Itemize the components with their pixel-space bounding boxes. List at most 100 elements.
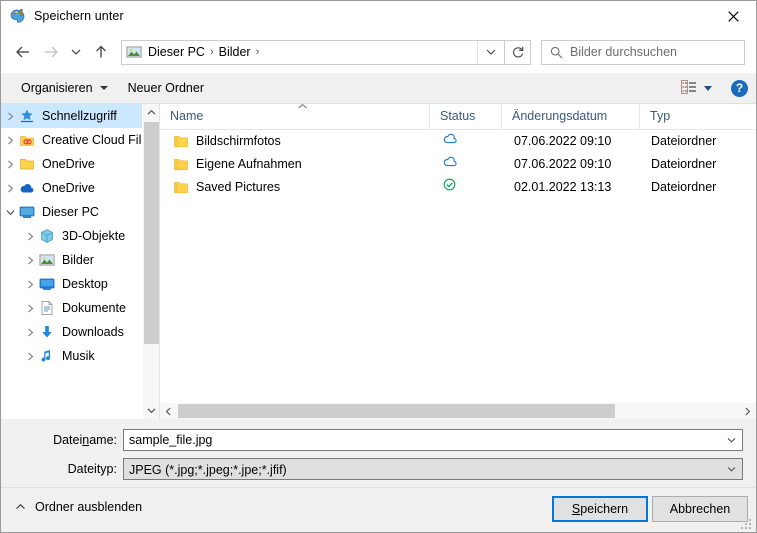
file-status-cell <box>430 130 502 153</box>
column-header-name[interactable]: Name <box>160 104 430 129</box>
sidebar-item-creative-cloud-files[interactable]: Creative Cloud Files <box>1 128 159 152</box>
sidebar-label: Bilder <box>62 253 94 267</box>
folder-icon <box>174 135 188 148</box>
expand-chevron-icon[interactable] <box>21 344 39 368</box>
help-label: ? <box>735 81 744 95</box>
recent-locations-button[interactable] <box>65 38 87 66</box>
search-box[interactable] <box>541 39 745 65</box>
filetype-combo[interactable]: JPEG (*.jpg;*.jpeg;*.jpe;*.jfif) <box>123 458 743 480</box>
scrollbar-thumb[interactable] <box>178 404 615 418</box>
address-bar[interactable]: Dieser PC › Bilder › <box>121 39 505 65</box>
sidebar-item-onedrive-cloud[interactable]: OneDrive <box>1 176 159 200</box>
save-button[interactable]: Speichern <box>552 496 648 522</box>
command-bar-right: ? <box>677 73 748 103</box>
sidebar-item-3d-objekte[interactable]: 3D-Objekte <box>1 224 159 248</box>
breadcrumb-item-0[interactable]: Dieser PC <box>145 41 208 64</box>
scrollbar-thumb[interactable] <box>144 122 159 344</box>
navigation-bar: Dieser PC › Bilder › <box>1 31 756 73</box>
breadcrumb-item-1[interactable]: Bilder <box>216 41 254 64</box>
organize-label: Organisieren <box>21 80 93 95</box>
sidebar-item-musik[interactable]: Musik <box>1 344 159 368</box>
address-dropdown-button[interactable] <box>477 40 504 64</box>
table-row[interactable]: Bildschirmfotos 07.06.2022 09:10 Dateior… <box>160 130 756 153</box>
chevron-down-icon[interactable] <box>720 459 742 479</box>
close-button[interactable] <box>710 1 756 31</box>
sidebar-item-downloads[interactable]: Downloads <box>1 320 159 344</box>
chevron-left-icon <box>165 407 171 415</box>
column-headers: Name Status Änderungsdatum Typ <box>160 104 756 130</box>
file-date-cell: 02.01.2022 13:13 <box>514 180 612 194</box>
column-header-status-label: Status <box>440 109 476 123</box>
sort-ascending-icon <box>295 104 309 111</box>
refresh-button[interactable] <box>505 39 531 65</box>
column-header-status[interactable]: Status <box>430 104 502 129</box>
expand-chevron-icon[interactable] <box>21 224 39 248</box>
filename-combo[interactable] <box>123 429 743 451</box>
sidebar-label: Dokumente <box>62 301 126 315</box>
expand-chevron-icon[interactable] <box>21 320 39 344</box>
breadcrumb-separator-icon: › <box>209 45 214 58</box>
new-folder-button[interactable]: Neuer Ordner <box>118 74 214 103</box>
help-button[interactable]: ? <box>731 79 748 97</box>
scroll-right-button[interactable] <box>739 403 756 419</box>
list-horizontal-scrollbar[interactable] <box>160 402 756 419</box>
chevron-down-icon <box>99 86 108 90</box>
organize-button[interactable]: Organisieren <box>11 74 118 103</box>
command-bar: Organisieren Neuer Ordner ? <box>1 73 756 104</box>
sidebar-item-dokumente[interactable]: Dokumente <box>1 296 159 320</box>
scroll-left-button[interactable] <box>160 403 177 419</box>
expand-chevron-icon[interactable] <box>1 176 19 200</box>
cancel-label: Abbrechen <box>669 502 731 516</box>
new-folder-label: Neuer Ordner <box>127 80 205 95</box>
up-button[interactable] <box>87 38 115 66</box>
column-header-type[interactable]: Typ <box>640 104 755 129</box>
cancel-button[interactable]: Abbrechen <box>652 496 748 522</box>
file-date-cell: 07.06.2022 09:10 <box>514 134 612 148</box>
paint-palette-icon <box>10 8 26 24</box>
scroll-up-button[interactable] <box>143 104 159 121</box>
sidebar-item-onedrive-folder[interactable]: OneDrive <box>1 152 159 176</box>
this-pc-icon <box>19 204 35 220</box>
collapse-chevron-icon[interactable] <box>1 200 19 224</box>
hide-folders-button[interactable]: Ordner ausblenden <box>15 500 142 514</box>
search-input[interactable] <box>570 45 730 59</box>
resize-grip[interactable] <box>741 519 753 531</box>
sidebar-label: Creative Cloud Files <box>42 133 155 147</box>
scroll-down-button[interactable] <box>143 402 159 419</box>
expand-chevron-icon[interactable] <box>21 296 39 320</box>
column-header-date[interactable]: Änderungsdatum <box>502 104 640 129</box>
table-row[interactable]: Saved Pictures 02.01.2022 13:13 Dateiord… <box>160 176 756 199</box>
sidebar-label: 3D-Objekte <box>62 229 126 243</box>
view-options-button[interactable] <box>677 76 720 100</box>
music-icon <box>39 348 55 364</box>
sidebar-item-dieser-pc[interactable]: Dieser PC <box>1 200 159 224</box>
arrow-right-icon <box>45 46 58 58</box>
sidebar-item-bilder[interactable]: Bilder <box>1 248 159 272</box>
back-button[interactable] <box>9 38 37 66</box>
chevron-down-icon[interactable] <box>720 430 742 450</box>
3d-objects-icon <box>39 228 55 244</box>
file-date-cell: 07.06.2022 09:10 <box>514 157 612 171</box>
expand-chevron-icon[interactable] <box>21 272 39 296</box>
table-row[interactable]: Eigene Aufnahmen 07.06.2022 09:10 Dateio… <box>160 153 756 176</box>
sidebar-item-schnellzugriff[interactable]: Schnellzugriff <box>1 104 159 128</box>
sidebar-label: Dieser PC <box>42 205 99 219</box>
expand-chevron-icon[interactable] <box>1 128 19 152</box>
file-type-cell: Dateiordner <box>651 134 717 148</box>
forward-button[interactable] <box>37 38 65 66</box>
file-name-cell: Eigene Aufnahmen <box>160 153 430 176</box>
filename-label: Dateiname: <box>53 433 117 447</box>
expand-chevron-icon[interactable] <box>1 152 19 176</box>
hide-folders-label: Ordner ausblenden <box>35 500 143 514</box>
expand-chevron-icon[interactable] <box>1 104 19 128</box>
save-form: Dateiname: Dateityp: JPEG (*.jpg;*.jpeg;… <box>1 419 756 487</box>
file-status-cell <box>430 176 502 199</box>
navigation-tree-items: Schnellzugriff Creative Cloud Files OneD… <box>1 104 159 368</box>
file-name-label: Saved Pictures <box>196 180 281 194</box>
tree-vertical-scrollbar[interactable] <box>142 104 159 419</box>
sidebar-item-desktop[interactable]: Desktop <box>1 272 159 296</box>
folder-icon <box>174 158 188 171</box>
expand-chevron-icon[interactable] <box>21 248 39 272</box>
filename-input[interactable] <box>124 430 720 450</box>
cloud-outline-icon <box>443 153 458 176</box>
